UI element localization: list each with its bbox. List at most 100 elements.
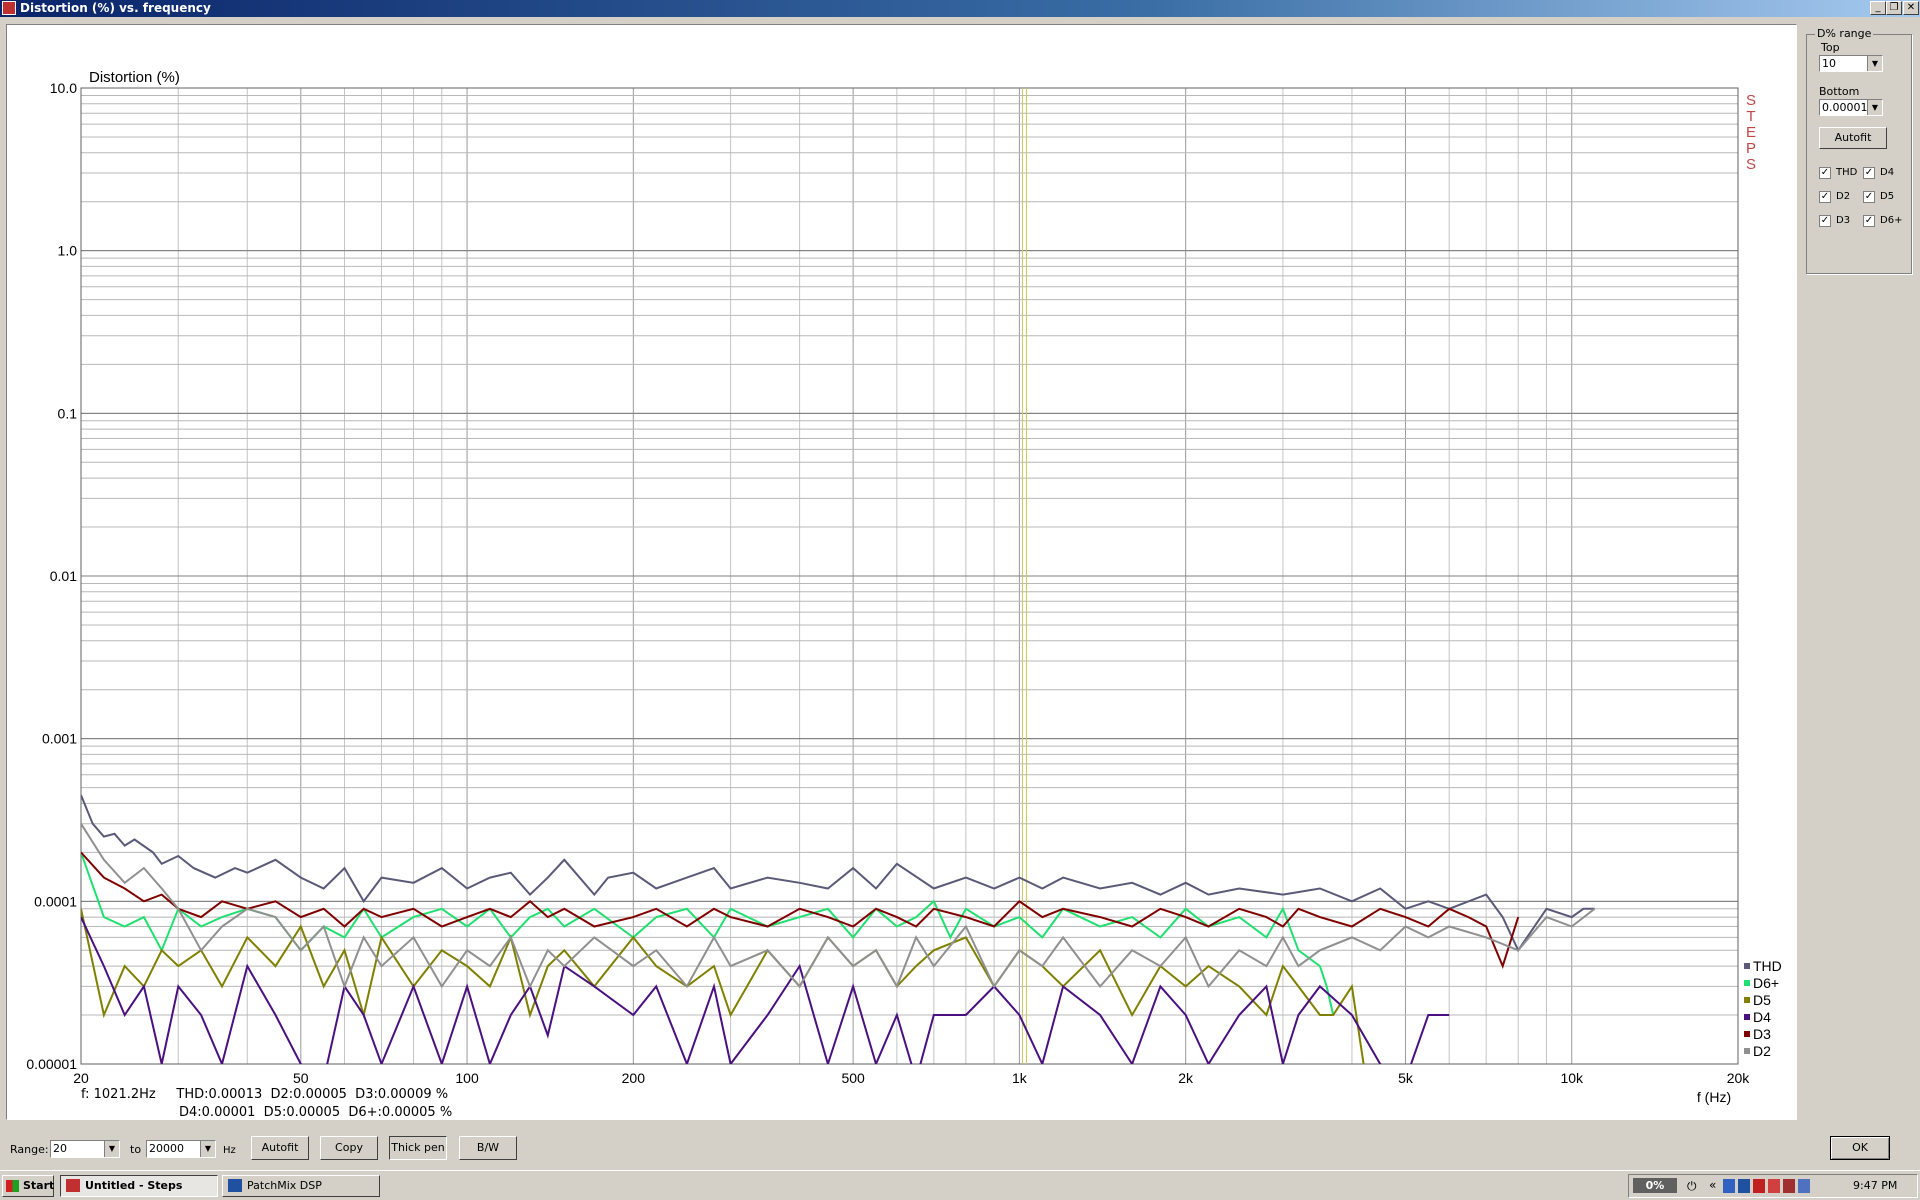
x-axis-label: f (Hz) [1697,1089,1731,1105]
legend-swatch [1744,1031,1750,1037]
range-autofit-button[interactable]: Autofit [1819,127,1887,149]
steps-watermark-letter: E [1746,124,1756,141]
tray-icon-1[interactable] [1723,1179,1735,1193]
series-line-d2 [81,823,1596,990]
legend-label: THD [1753,958,1782,974]
start-button[interactable]: Start [2,1175,54,1197]
system-tray: 0% ⏻ « 9:47 PM [1628,1174,1918,1198]
checkbox-label: D4 [1880,167,1895,178]
plot-panel[interactable]: 20 50 100 200 500 1k 2k 5k 10k 20k 10.0 1.0 0.1 0.01 0… [6,24,1797,1120]
range-groupbox: D% range Top 10 ▼ Bottom 0.00001 ▼ Autofit… [1806,27,1912,274]
readout-line-1: f: 1021.2Hz THD:0.00013 D2:0.00005 D3:0.… [81,1087,449,1102]
ok-button[interactable]: OK [1830,1136,1890,1160]
steps-watermark-letter: S [1746,92,1756,109]
legend-label: D2 [1753,1043,1771,1059]
x-tick-label: 5k [1398,1070,1414,1086]
legend-label: D6+ [1753,975,1779,991]
y-tick-label: 0.0001 [34,893,77,909]
chevron-down-icon[interactable]: ▼ [200,1141,215,1157]
y-tick-label: 0.01 [50,568,77,584]
steps-watermark-letter: T [1746,108,1755,125]
legend-label: D5 [1753,992,1771,1008]
x-tick-label: 200 [622,1070,646,1086]
checkbox-d6-plus[interactable]: ✓ [1863,215,1875,227]
legend-label: D3 [1753,1026,1771,1042]
range-label: Range: [10,1143,49,1156]
copy-button[interactable]: Copy [320,1136,378,1160]
chevron-down-icon[interactable]: ▼ [1867,100,1882,115]
y-tick-label: 1.0 [58,243,78,259]
x-tick-label: 20k [1727,1070,1751,1086]
minimize-button[interactable]: _ [1870,1,1886,15]
side-panel: D% range Top 10 ▼ Bottom 0.00001 ▼ Autofit… [1804,24,1920,1120]
app-icon [2,1,16,15]
checkbox-label: D3 [1836,215,1851,226]
y-tick-label: 10.0 [50,80,77,96]
task-untitled-steps[interactable]: Untitled - Steps [60,1175,218,1197]
steps-watermark-letter: P [1746,140,1756,157]
range-group-title: D% range [1815,27,1874,40]
range-from-combo[interactable]: 20 ▼ [50,1140,120,1158]
tray-icon-2[interactable] [1738,1179,1750,1193]
restore-button[interactable]: ❐ [1886,1,1902,15]
bottom-bar: Range: 20 ▼ to 20000 ▼ Hz Autofit Copy Thi… [0,1128,1920,1168]
series-line-d4 [81,916,1450,1064]
checkbox-d4[interactable]: ✓ [1863,167,1875,179]
chevron-down-icon[interactable]: ▼ [1867,56,1882,71]
readout-line-2: D4:0.00001 D5:0.00005 D6+:0.00005 % [179,1105,453,1120]
distortion-chart[interactable]: 20 50 100 200 500 1k 2k 5k 10k 20k 10.0 1.0 0.1 0.01 0… [7,25,1796,1119]
x-tick-label: 50 [293,1070,309,1086]
window-title: Distortion (%) vs. frequency [20,1,211,15]
legend-swatch [1744,963,1750,969]
top-combo[interactable]: 10 ▼ [1819,55,1883,72]
checkbox-d2[interactable]: ✓ [1819,191,1831,203]
bottom-value: 0.00001 [1822,101,1868,114]
checkbox-label: D5 [1880,191,1895,202]
checkbox-thd[interactable]: ✓ [1819,167,1831,179]
chart-title: Distortion (%) [89,69,180,86]
tray-icon-3[interactable] [1753,1179,1765,1193]
start-label: Start [23,1179,55,1192]
checkbox-label: THD [1836,167,1858,178]
close-button[interactable]: ✕ [1903,1,1919,15]
tray-expand-icon[interactable]: « [1709,1178,1716,1192]
windows-logo-icon [6,1180,19,1192]
tray-icon-6[interactable] [1798,1179,1810,1193]
chevron-down-icon[interactable]: ▼ [104,1141,119,1157]
x-tick-label: 500 [841,1070,865,1086]
x-tick-label: 1k [1012,1070,1028,1086]
checkbox-d5[interactable]: ✓ [1863,191,1875,203]
checkbox-d3[interactable]: ✓ [1819,215,1831,227]
legend-label: D4 [1753,1009,1771,1025]
task-label-patchmix: PatchMix DSP [247,1179,322,1192]
title-bar: Distortion (%) vs. frequency _ ❐ ✕ [0,0,1920,17]
autofit-button[interactable]: Autofit [251,1136,309,1160]
patchmix-app-icon [228,1179,242,1192]
clock[interactable]: 9:47 PM [1853,1179,1897,1192]
bw-toggle[interactable]: B/W [459,1136,517,1160]
thick-pen-toggle[interactable]: Thick pen [389,1136,447,1160]
task-patchmix[interactable]: PatchMix DSP [222,1175,380,1197]
tray-icon-5[interactable] [1783,1179,1795,1193]
x-tick-label: 100 [455,1070,479,1086]
tray-icon-4[interactable] [1768,1179,1780,1193]
hz-label: Hz [223,1145,236,1156]
range-to-combo[interactable]: 20000 ▼ [146,1140,216,1158]
bottom-combo[interactable]: 0.00001 ▼ [1819,99,1883,116]
power-icon[interactable]: ⏻ [1687,1179,1697,1194]
checkbox-label: D2 [1836,191,1851,202]
top-value: 10 [1822,57,1836,70]
x-tick-label: 20 [73,1070,89,1086]
y-tick-label: 0.001 [42,731,77,747]
legend-swatch [1744,980,1750,986]
task-label-steps: Untitled - Steps [85,1179,183,1192]
checkbox-label: D6+ [1880,215,1903,226]
legend-swatch [1744,1048,1750,1054]
steps-app-icon [66,1179,80,1192]
y-tick-label: 0.1 [58,405,78,421]
legend-swatch [1744,997,1750,1003]
to-label: to [130,1143,142,1156]
cpu-meter[interactable]: 0% [1633,1178,1677,1193]
bottom-label: Bottom [1819,85,1860,98]
range-from-value: 20 [53,1142,67,1155]
